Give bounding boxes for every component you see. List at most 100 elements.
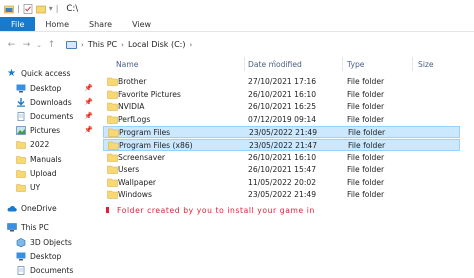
navigation-pane: ★ Quick access Desktop 📌 Downloads 📌 Doc… <box>0 58 95 278</box>
breadcrumb-this-pc[interactable]: This PC <box>88 40 117 49</box>
folder-icon <box>107 178 118 187</box>
desktop-icon <box>16 84 26 93</box>
tab-home[interactable]: Home <box>35 17 79 31</box>
star-icon: ★ <box>7 68 16 79</box>
file-name: Program Files <box>119 128 171 138</box>
tab-share[interactable]: Share <box>79 17 122 31</box>
tab-view[interactable]: View <box>122 17 161 31</box>
toolbar-divider: | <box>55 4 59 13</box>
folder-icon <box>16 184 26 192</box>
customize-toolbar-icon[interactable]: ▾ <box>49 4 53 13</box>
downloads-icon <box>17 98 25 107</box>
breadcrumb-chevron-icon[interactable]: › <box>81 41 84 49</box>
annotation-marker <box>106 207 109 213</box>
nav-item-pc-documents[interactable]: Documents <box>16 264 73 277</box>
file-row[interactable]: NVIDIA 26/10/2021 16:25 File folder <box>103 101 460 113</box>
properties-icon[interactable] <box>23 3 33 14</box>
address-bar[interactable]: › This PC › Local Disk (C:) › <box>62 37 474 52</box>
pin-icon[interactable]: 📌 <box>84 126 93 134</box>
breadcrumb-chevron-icon[interactable]: › <box>189 41 192 49</box>
folder-icon <box>16 156 26 164</box>
file-row[interactable]: Users 26/10/2021 15:47 File folder <box>103 164 460 176</box>
file-date: 11/05/2022 20:02 <box>248 177 317 187</box>
nav-label: 2022 <box>30 140 50 149</box>
nav-item-onedrive[interactable]: OneDrive <box>7 202 57 215</box>
file-name: Brother <box>118 77 147 86</box>
documents-icon <box>17 266 25 275</box>
file-date: 23/05/2022 21:47 <box>249 141 318 150</box>
breadcrumb-local-disk[interactable]: Local Disk (C:) <box>128 40 186 49</box>
file-row[interactable]: Wallpaper 11/05/2022 20:02 File folder <box>103 177 460 189</box>
file-row[interactable]: PerfLogs 07/12/2019 09:14 File folder <box>103 114 460 126</box>
nav-item-uy[interactable]: UY <box>16 181 40 194</box>
pictures-icon <box>16 126 26 135</box>
column-size[interactable]: Size <box>418 60 434 69</box>
annotation-note: Folder created by you to install your ga… <box>106 206 315 215</box>
forward-arrow-icon[interactable]: → <box>20 40 33 50</box>
nav-item-downloads[interactable]: Downloads <box>16 96 72 109</box>
file-name: Users <box>118 165 140 175</box>
file-date: 26/10/2021 15:47 <box>248 165 317 175</box>
recent-dropdown-icon[interactable]: ⌄ <box>35 41 43 49</box>
file-type: File folder <box>347 190 385 200</box>
nav-label: OneDrive <box>21 204 57 213</box>
column-divider[interactable] <box>412 57 413 71</box>
nav-item-3d-objects[interactable]: 3D Objects <box>16 236 72 249</box>
column-divider[interactable] <box>342 57 343 71</box>
breadcrumb-chevron-icon[interactable]: › <box>121 41 124 49</box>
nav-item-desktop[interactable]: Desktop <box>16 82 61 95</box>
nav-item-this-pc[interactable]: This PC <box>7 221 49 234</box>
cube-icon <box>16 238 26 247</box>
column-type[interactable]: Type <box>347 60 364 69</box>
folder-icon <box>16 141 26 149</box>
window-title: C:\ <box>66 3 79 14</box>
file-date: 26/10/2021 16:10 <box>248 89 317 99</box>
file-row[interactable]: Favorite Pictures 26/10/2021 16:10 File fo… <box>103 89 460 101</box>
file-name: PerfLogs <box>118 114 151 124</box>
pin-icon[interactable]: 📌 <box>84 112 93 120</box>
nav-label: Quick access <box>21 69 71 78</box>
file-row[interactable]: Screensaver 26/10/2021 16:10 File folder <box>103 152 460 164</box>
nav-label: Documents <box>30 266 74 275</box>
file-type: File folder <box>347 89 385 99</box>
nav-label: Desktop <box>30 252 62 261</box>
up-arrow-icon[interactable]: ↑ <box>45 40 58 50</box>
column-divider[interactable] <box>244 57 245 71</box>
file-row[interactable]: Program Files 23/05/2022 21:49 File folder <box>103 126 460 139</box>
file-type: File folder <box>347 114 385 124</box>
nav-label: UY <box>30 183 41 192</box>
nav-item-upload[interactable]: Upload <box>16 167 57 180</box>
documents-icon <box>17 112 25 121</box>
quick-access-toolbar: | ▾ | <box>0 3 59 14</box>
nav-label: Manuals <box>30 155 62 164</box>
file-type: File folder <box>347 77 385 86</box>
tab-file[interactable]: File <box>0 17 36 31</box>
file-row[interactable]: Program Files (x86) 23/05/2022 21:47 File … <box>103 139 460 151</box>
new-folder-icon[interactable] <box>35 4 46 14</box>
this-pc-icon <box>66 40 77 49</box>
file-row[interactable]: Windows 23/05/2022 21:49 File folder <box>103 189 460 201</box>
computer-icon <box>7 223 17 232</box>
nav-item-quick-access[interactable]: ★ Quick access <box>7 67 70 80</box>
back-arrow-icon[interactable]: ← <box>5 40 18 50</box>
file-name: Windows <box>118 190 152 200</box>
title-bar: | ▾ | C:\ <box>0 0 474 17</box>
column-date-modified[interactable]: Date modified <box>248 60 302 69</box>
pin-icon[interactable]: 📌 <box>84 84 93 92</box>
nav-item-documents[interactable]: Documents <box>16 110 73 123</box>
pin-icon[interactable]: 📌 <box>84 98 93 106</box>
file-row[interactable]: Brother 27/10/2021 17:16 File folder <box>103 76 460 88</box>
nav-item-2022[interactable]: 2022 <box>16 138 49 151</box>
nav-item-pc-desktop[interactable]: Desktop <box>16 250 61 263</box>
folder-icon <box>16 170 26 178</box>
file-date: 26/10/2021 16:10 <box>248 152 317 162</box>
column-name[interactable]: Name <box>116 60 138 69</box>
file-name: Favorite Pictures <box>118 89 181 99</box>
nav-item-pictures[interactable]: Pictures <box>16 124 60 137</box>
desktop-icon <box>16 252 26 261</box>
file-date: 27/10/2021 17:16 <box>248 77 317 86</box>
file-type: File folder <box>348 128 386 138</box>
navigation-buttons: ← → ⌄ ↑ <box>0 40 58 50</box>
nav-item-manuals[interactable]: Manuals <box>16 153 62 166</box>
file-name: Wallpaper <box>118 177 156 187</box>
